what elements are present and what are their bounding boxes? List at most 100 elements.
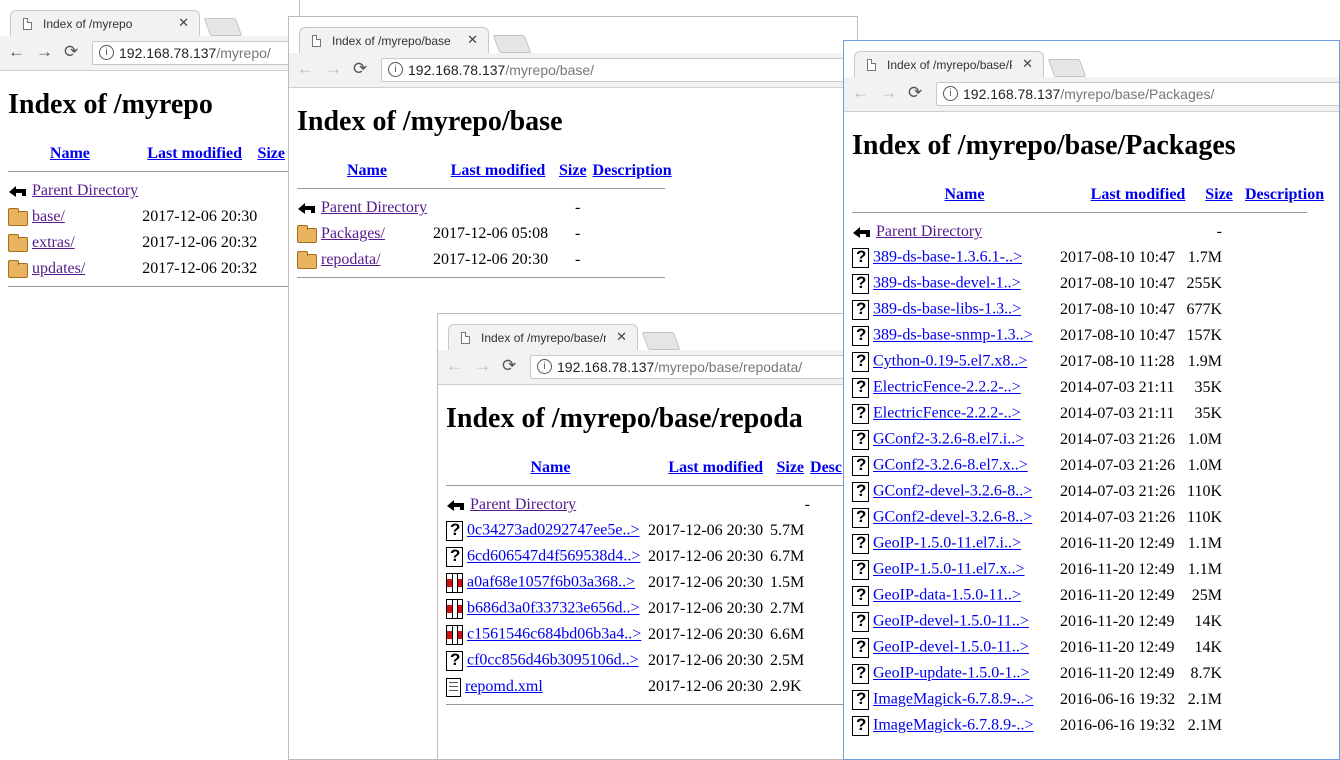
column-modified-link[interactable]: Last modified xyxy=(451,162,546,179)
size-cell: 2.9K xyxy=(770,678,802,695)
file-link[interactable]: base/ xyxy=(32,208,65,225)
address-bar[interactable]: i 192.168.78.137/myrepo/base/repodata/ xyxy=(530,355,856,379)
file-link[interactable]: updates/ xyxy=(32,260,85,277)
unknown-file-icon xyxy=(852,533,869,554)
forward-icon[interactable]: → xyxy=(474,356,491,376)
column-name-link[interactable]: Name xyxy=(531,459,571,476)
back-icon[interactable]: ← xyxy=(8,42,25,62)
column-size-link[interactable]: Size xyxy=(1205,186,1233,203)
info-icon[interactable]: i xyxy=(99,45,114,60)
close-icon[interactable]: ✕ xyxy=(616,329,627,345)
table-row: GConf2-3.2.6-8.el7.i..> 2014-07-03 21:26 1… xyxy=(852,427,1226,453)
url-text: 192.168.78.137/myrepo/base/ xyxy=(408,62,595,78)
forward-icon[interactable]: → xyxy=(325,59,342,79)
file-link[interactable]: ElectricFence-2.2.2-..> xyxy=(873,405,1021,422)
reload-icon[interactable]: ⟳ xyxy=(353,59,367,79)
reload-icon[interactable]: ⟳ xyxy=(908,83,922,103)
file-link[interactable]: ElectricFence-2.2.2-..> xyxy=(873,379,1021,396)
unknown-file-icon xyxy=(852,715,869,736)
file-link[interactable]: extras/ xyxy=(32,234,75,251)
close-icon[interactable]: ✕ xyxy=(1022,56,1033,72)
column-name-link[interactable]: Name xyxy=(347,162,387,179)
info-icon[interactable]: i xyxy=(943,86,958,101)
column-description-link[interactable]: Description xyxy=(593,162,672,179)
file-link[interactable]: GConf2-devel-3.2.6-8..> xyxy=(873,483,1032,500)
close-icon[interactable]: ✕ xyxy=(178,15,189,31)
new-tab-button[interactable] xyxy=(641,332,681,350)
new-tab-button[interactable] xyxy=(203,18,243,36)
file-link[interactable]: GeoIP-devel-1.5.0-11..> xyxy=(873,639,1029,656)
page-title: Index of /myrepo/base xyxy=(297,106,563,137)
file-link[interactable]: repomd.xml xyxy=(465,678,543,695)
forward-icon[interactable]: → xyxy=(880,83,897,103)
file-link[interactable]: 6cd606547d4f569538d4..> xyxy=(467,548,640,565)
file-link[interactable]: GConf2-devel-3.2.6-8..> xyxy=(873,509,1032,526)
back-icon[interactable]: ← xyxy=(297,59,314,79)
parent-directory-link[interactable]: Parent Directory xyxy=(32,182,138,199)
file-link[interactable]: b686d3a0f337323e656d..> xyxy=(467,600,640,617)
column-name-link[interactable]: Name xyxy=(50,145,90,162)
date-cell: 2016-06-16 19:32 xyxy=(1060,691,1176,708)
address-bar[interactable]: i 192.168.78.137/myrepo/base/Packages/ xyxy=(936,82,1339,106)
column-modified-link[interactable]: Last modified xyxy=(147,145,242,162)
reload-icon[interactable]: ⟳ xyxy=(64,42,78,62)
file-link[interactable]: 389-ds-base-devel-1..> xyxy=(873,275,1021,292)
file-link[interactable]: cf0cc856d46b3095106d..> xyxy=(467,652,639,669)
parent-directory-link[interactable]: Parent Directory xyxy=(470,496,576,513)
date-cell: 2017-12-06 20:32 xyxy=(142,260,258,277)
file-link[interactable]: GConf2-3.2.6-8.el7.x..> xyxy=(873,457,1028,474)
back-icon[interactable]: ← xyxy=(852,83,869,103)
file-link[interactable]: GeoIP-data-1.5.0-11..> xyxy=(873,587,1021,604)
tab-packages[interactable]: Index of /myrepo/base/P ✕ xyxy=(854,51,1044,79)
file-link[interactable]: a0af68e1057f6b03a368..> xyxy=(467,574,635,591)
file-link[interactable]: ImageMagick-6.7.8.9-..> xyxy=(873,691,1034,708)
new-tab-button[interactable] xyxy=(1047,59,1087,77)
file-link[interactable]: 389-ds-base-snmp-1.3..> xyxy=(873,327,1033,344)
column-modified-link[interactable]: Last modified xyxy=(668,459,763,476)
file-link[interactable]: c1561546c684bd06b3a4..> xyxy=(467,626,641,643)
table-row: repodata/ 2017-12-06 20:30 - xyxy=(297,247,584,273)
file-link[interactable]: GeoIP-1.5.0-11.el7.i..> xyxy=(873,535,1021,552)
size-cell: 14K xyxy=(1194,639,1222,656)
file-link[interactable]: repodata/ xyxy=(321,251,381,268)
column-name-link[interactable]: Name xyxy=(945,186,985,203)
unknown-file-icon xyxy=(852,455,869,476)
file-link[interactable]: 0c34273ad0292747ee5e..> xyxy=(467,522,640,539)
date-cell: 2014-07-03 21:26 xyxy=(1060,457,1176,474)
file-link[interactable]: ImageMagick-6.7.8.9-..> xyxy=(873,717,1034,734)
column-size-link[interactable]: Size xyxy=(776,459,804,476)
file-link[interactable]: GeoIP-devel-1.5.0-11..> xyxy=(873,613,1029,630)
close-icon[interactable]: ✕ xyxy=(467,32,478,48)
file-link[interactable]: Packages/ xyxy=(321,225,385,242)
parent-directory-link[interactable]: Parent Directory xyxy=(321,199,427,216)
column-description-link[interactable]: Description xyxy=(1245,186,1324,203)
info-icon[interactable]: i xyxy=(388,62,403,77)
forward-icon[interactable]: → xyxy=(36,42,53,62)
column-size-link[interactable]: Size xyxy=(257,145,285,162)
info-icon[interactable]: i xyxy=(537,359,552,374)
file-link[interactable]: Cython-0.19-5.el7.x8..> xyxy=(873,353,1027,370)
tab-myrepo[interactable]: Index of /myrepo ✕ xyxy=(10,10,200,38)
parent-directory-link[interactable]: Parent Directory xyxy=(876,223,982,240)
file-link[interactable]: GeoIP-update-1.5.0-1..> xyxy=(873,665,1030,682)
file-rows: Parent Directory - 389-ds-base-1.3.6.1-.… xyxy=(852,219,1226,739)
column-size-link[interactable]: Size xyxy=(559,162,587,179)
divider xyxy=(8,286,299,287)
address-bar[interactable]: i 192.168.78.137/myrepo/base/ xyxy=(381,58,857,82)
address-bar[interactable]: i 192.168.78.137/myrepo/ xyxy=(92,41,299,65)
column-modified-link[interactable]: Last modified xyxy=(1091,186,1186,203)
reload-icon[interactable]: ⟳ xyxy=(502,356,516,376)
table-row: a0af68e1057f6b03a368..> 2017-12-06 20:30… xyxy=(446,570,814,596)
file-link[interactable]: GeoIP-1.5.0-11.el7.x..> xyxy=(873,561,1025,578)
file-link[interactable]: 389-ds-base-1.3.6.1-..> xyxy=(873,249,1022,266)
file-link[interactable]: 389-ds-base-libs-1.3..> xyxy=(873,301,1021,318)
size-cell: 1.0M xyxy=(1187,431,1222,448)
back-icon[interactable]: ← xyxy=(446,356,463,376)
table-row: 389-ds-base-1.3.6.1-..> 2017-08-10 10:47 1… xyxy=(852,245,1226,271)
new-tab-button[interactable] xyxy=(492,35,532,53)
tab-repodata[interactable]: Index of /myrepo/base/r ✕ xyxy=(448,324,638,352)
page-title: Index of /myrepo xyxy=(8,89,213,120)
tab-base[interactable]: Index of /myrepo/base ✕ xyxy=(299,27,489,55)
file-link[interactable]: GConf2-3.2.6-8.el7.i..> xyxy=(873,431,1024,448)
column-description-link[interactable]: Desc xyxy=(810,459,842,476)
